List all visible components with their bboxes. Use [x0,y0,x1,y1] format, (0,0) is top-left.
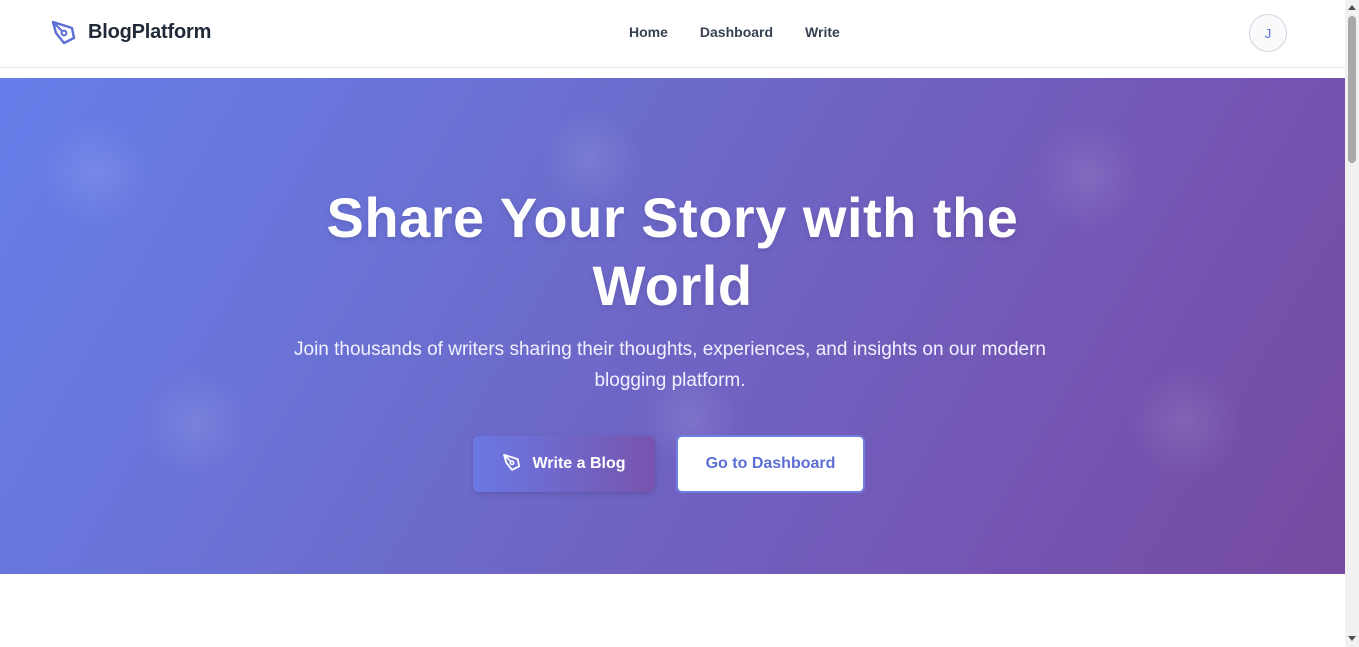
hero-title-line-2: World [592,254,753,317]
nav-link-home[interactable]: Home [629,24,668,40]
nav-link-dashboard[interactable]: Dashboard [700,24,773,40]
top-navbar: BlogPlatform Home Dashboard Write J [0,0,1345,68]
scrollbar-thumb[interactable] [1348,16,1356,163]
hero-decoration [1130,368,1240,478]
hero-subtitle: Join thousands of writers sharing their … [294,339,1046,391]
hero-section: Share Your Story with the World Join tho… [0,78,1345,574]
page: BlogPlatform Home Dashboard Write J Shar… [0,0,1345,647]
main-nav: Home Dashboard Write [629,24,840,40]
scroll-up-arrow-icon[interactable] [1348,5,1356,10]
hero-decoration [140,368,250,478]
scroll-down-arrow-icon[interactable] [1348,636,1356,641]
nav-link-write[interactable]: Write [805,24,840,40]
vertical-scrollbar[interactable] [1345,0,1359,647]
write-blog-button[interactable]: Write a Blog [473,436,655,492]
brand-name: BlogPlatform [88,20,212,43]
pen-nib-icon [502,452,522,477]
go-to-dashboard-button[interactable]: Go to Dashboard [676,435,865,493]
write-blog-label: Write a Blog [532,455,626,472]
brand-link[interactable]: BlogPlatform [50,18,211,46]
hero-title: Share Your Story with the World [0,184,1345,320]
pen-nib-icon [50,18,78,46]
hero-title-line-1: Share Your Story with the [326,186,1019,249]
user-avatar[interactable]: J [1249,14,1287,52]
